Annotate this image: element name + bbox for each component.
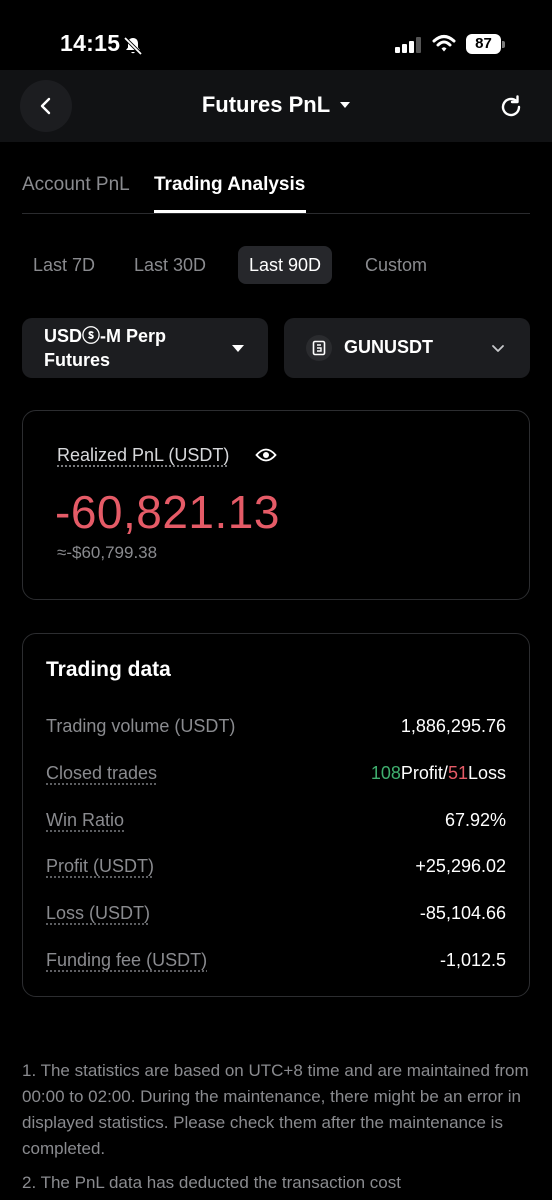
status-time: 14:15: [60, 30, 120, 57]
period-custom[interactable]: Custom: [354, 246, 438, 284]
profit-label[interactable]: Profit (USDT): [46, 856, 154, 877]
profit-count: 108: [371, 763, 401, 783]
trading-volume-label: Trading volume (USDT): [46, 716, 235, 737]
closed-trades-row: Closed trades 108Profit/51Loss: [46, 763, 506, 789]
period-last-7d[interactable]: Last 7D: [22, 246, 106, 284]
profit-word: Profit: [401, 763, 443, 783]
trading-data-title: Trading data: [46, 658, 171, 682]
profit-row: Profit (USDT) +25,296.02: [46, 856, 506, 882]
refresh-button[interactable]: [492, 88, 530, 126]
period-last-30d[interactable]: Last 30D: [123, 246, 217, 284]
win-ratio-row: Win Ratio 67.92%: [46, 810, 506, 836]
symbol-label: GUNUSDT: [344, 337, 433, 358]
app-header: Futures PnL: [0, 70, 552, 142]
loss-row: Loss (USDT) -85,104.66: [46, 903, 506, 929]
funding-fee-label[interactable]: Funding fee (USDT): [46, 950, 207, 971]
battery-level: 87: [466, 34, 501, 54]
loss-value: -85,104.66: [420, 903, 506, 924]
profit-value: +25,296.02: [415, 856, 506, 877]
product-type-select[interactable]: USDⓢ-M Perp Futures: [22, 318, 268, 378]
product-type-label: USDⓢ-M Perp Futures: [44, 324, 166, 372]
battery-indicator: 87: [466, 34, 506, 54]
battery-tip: [502, 41, 505, 48]
funding-fee-row: Funding fee (USDT) -1,012.5: [46, 950, 506, 976]
cellular-signal-icon: [395, 37, 423, 53]
closed-trades-label[interactable]: Closed trades: [46, 763, 157, 784]
disclaimer-notes: 1. The statistics are based on UTC+8 tim…: [22, 1058, 530, 1200]
closed-trades-value: 108Profit/51Loss: [371, 763, 506, 784]
loss-count: 51: [448, 763, 468, 783]
caret-down-icon: [340, 102, 350, 108]
period-last-90d[interactable]: Last 90D: [238, 246, 332, 284]
caret-down-icon: [232, 345, 244, 352]
note-2: 2. The PnL data has deducted the transac…: [22, 1170, 530, 1196]
page-title: Futures PnL: [202, 92, 330, 118]
realized-pnl-label[interactable]: Realized PnL (USDT): [57, 445, 229, 466]
wifi-icon: [432, 34, 456, 54]
realized-pnl-card: Realized PnL (USDT) -60,821.13 ≈-$60,799…: [22, 410, 530, 600]
page-title-dropdown[interactable]: Futures PnL: [0, 92, 552, 118]
chevron-down-icon: [490, 340, 506, 356]
realized-pnl-usd: ≈-$60,799.38: [57, 543, 157, 563]
coin-icon: [306, 335, 332, 361]
refresh-icon: [498, 94, 524, 120]
funding-fee-value: -1,012.5: [440, 950, 506, 971]
symbol-select[interactable]: GUNUSDT: [284, 318, 530, 378]
active-tab-indicator: [154, 210, 306, 213]
realized-pnl-value: -60,821.13: [55, 485, 280, 539]
tab-trading-analysis[interactable]: Trading Analysis: [154, 174, 305, 196]
win-ratio-value: 67.92%: [445, 810, 506, 831]
eye-icon[interactable]: [255, 447, 277, 463]
loss-label[interactable]: Loss (USDT): [46, 903, 150, 924]
loss-word: Loss: [468, 763, 506, 783]
trading-volume-row: Trading volume (USDT) 1,886,295.76: [46, 716, 506, 742]
note-1: 1. The statistics are based on UTC+8 tim…: [22, 1058, 530, 1162]
win-ratio-label[interactable]: Win Ratio: [46, 810, 124, 831]
bell-slash-icon: [122, 35, 144, 57]
trading-volume-value: 1,886,295.76: [401, 716, 506, 737]
tab-account-pnl[interactable]: Account PnL: [22, 174, 130, 196]
trading-data-card: Trading data Trading volume (USDT) 1,886…: [22, 633, 530, 997]
tab-bar: Account PnL Trading Analysis: [22, 170, 530, 214]
